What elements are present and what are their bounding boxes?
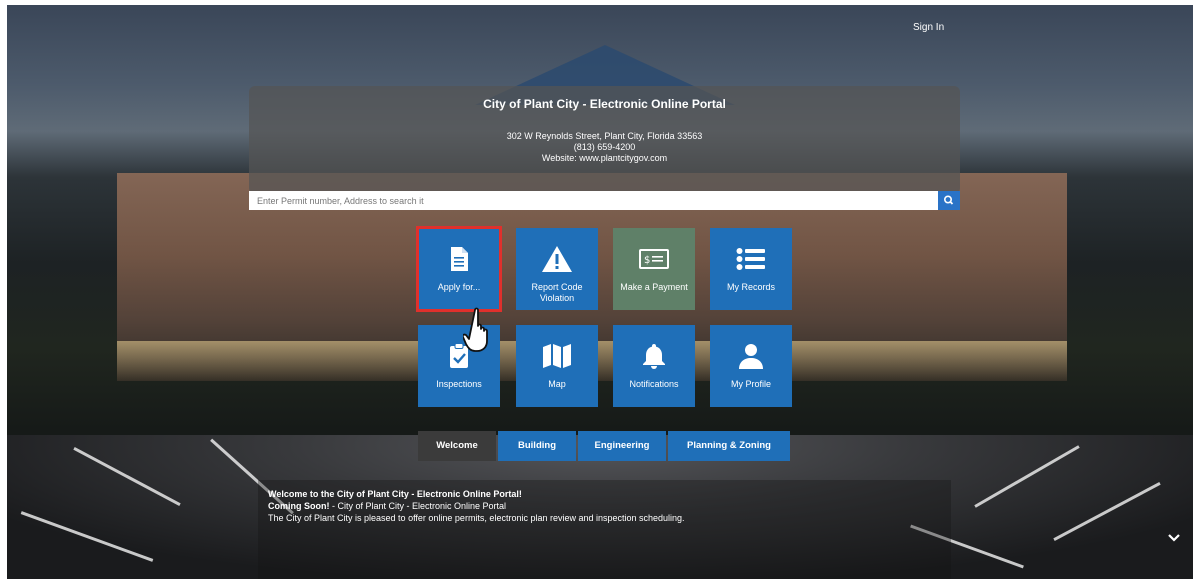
tile-notifications[interactable]: Notifications (613, 325, 695, 407)
map-icon (543, 344, 571, 368)
tile-label: My Profile (730, 379, 771, 389)
portal-info-card: City of Plant City - Electronic Online P… (249, 86, 960, 194)
search-input[interactable] (249, 191, 945, 210)
tab-welcome[interactable]: Welcome (418, 431, 496, 461)
background-photo: Sign In City of Plant City - Electronic … (7, 5, 1193, 579)
tile-label: Report Code Violation (531, 282, 583, 303)
tile-label: Map (548, 379, 566, 389)
hand-cursor-icon (463, 307, 488, 352)
welcome-panel: Welcome to the City of Plant City - Elec… (258, 480, 951, 579)
portal-contact: 302 W Reynolds Street, Plant City, Flori… (249, 131, 960, 164)
portal-website[interactable]: Website: www.plantcitygov.com (249, 153, 960, 164)
portal-title: City of Plant City - Electronic Online P… (483, 97, 726, 111)
welcome-body: The City of Plant City is pleased to off… (268, 513, 685, 523)
chevron-down-icon[interactable] (1166, 530, 1182, 546)
tile-map[interactable]: Map (516, 325, 598, 407)
portal-address: 302 W Reynolds Street, Plant City, Flori… (506, 131, 703, 141)
portal-phone: (813) 659-4200 (573, 142, 636, 152)
tile-make-a-payment[interactable]: $ Make a Payment (613, 228, 695, 310)
search-icon (944, 195, 954, 205)
tile-label: Apply for... (437, 282, 481, 292)
list-icon (736, 248, 765, 270)
bell-icon (643, 344, 665, 369)
tab-planning-zoning[interactable]: Planning & Zoning (668, 431, 790, 461)
tab-building[interactable]: Building (498, 431, 576, 461)
coming-soon-label: Coming Soon! (268, 501, 330, 511)
tile-label: Notifications (629, 379, 679, 389)
tile-report-code-violation[interactable]: Report Code Violation (516, 228, 598, 310)
welcome-heading: Welcome to the City of Plant City - Elec… (268, 489, 522, 499)
tile-label: Inspections (436, 379, 482, 389)
document-icon (451, 247, 468, 271)
coming-soon-line: Coming Soon! - City of Plant City - Elec… (268, 501, 506, 512)
tile-label: My Records (726, 282, 775, 292)
search-button[interactable] (938, 191, 960, 210)
tab-engineering[interactable]: Engineering (578, 431, 666, 461)
tile-label: Make a Payment (620, 282, 688, 292)
coming-soon-text: - City of Plant City - Electronic Online… (329, 501, 507, 511)
money-icon: $ (639, 249, 669, 269)
tile-my-profile[interactable]: My Profile (710, 325, 792, 407)
warning-icon (542, 246, 572, 272)
user-icon (739, 344, 763, 369)
svg-text:$: $ (644, 255, 650, 266)
tile-my-records[interactable]: My Records (710, 228, 792, 310)
tile-apply-for[interactable]: Apply for... (416, 226, 502, 312)
content-tabs: Welcome Building Engineering Planning & … (418, 431, 790, 461)
sign-in-link[interactable]: Sign In (913, 22, 944, 33)
